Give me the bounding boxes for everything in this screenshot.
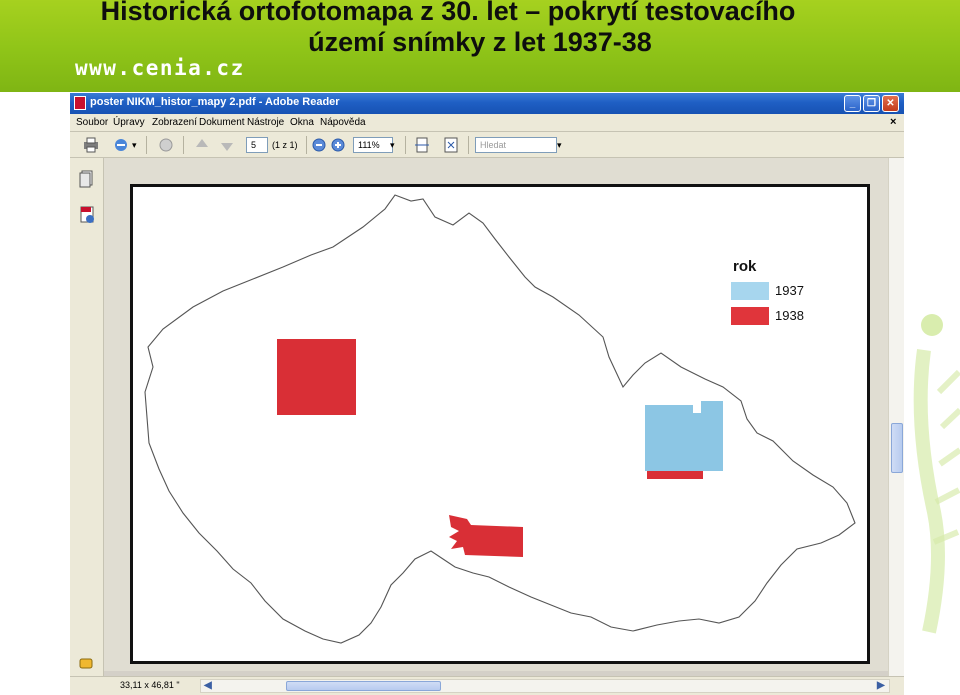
region-1937-east <box>645 401 723 471</box>
separator <box>468 136 469 154</box>
slide-header: Historická ortofotomapa z 30. let – pokr… <box>0 0 960 92</box>
fit-width-icon[interactable] <box>413 136 431 154</box>
menu-napoveda[interactable]: Nápověda <box>320 117 366 128</box>
page-number-input[interactable]: 5 <box>246 137 268 153</box>
document-area <box>104 158 904 671</box>
screen: { "slide": { "title_line1": "Historická … <box>0 0 960 695</box>
decorative-strip <box>904 92 960 695</box>
print-icon[interactable] <box>82 136 100 154</box>
legend-swatch-1938 <box>731 307 769 325</box>
horizontal-scroll-thumb[interactable] <box>286 681 441 691</box>
document-close-icon[interactable]: × <box>890 116 896 128</box>
slide-title-line-1: Historická ortofotomapa z 30. let – pokr… <box>100 0 796 26</box>
window-title: poster NIKM_histor_mapy 2.pdf - Adobe Re… <box>90 96 340 108</box>
separator <box>146 136 147 154</box>
document-properties-icon[interactable] <box>79 206 95 224</box>
menu-dokument[interactable]: Dokument <box>199 117 245 128</box>
close-button[interactable]: ✕ <box>882 95 899 112</box>
pdf-page <box>130 184 870 664</box>
share-dropdown-icon[interactable]: ▾ <box>132 140 137 151</box>
website-logo: www.cenia.cz <box>75 56 245 80</box>
comments-icon[interactable] <box>79 656 95 674</box>
zoom-out-icon[interactable] <box>310 136 328 154</box>
separator <box>405 136 406 154</box>
minimize-button[interactable]: _ <box>844 95 861 112</box>
menu-okna[interactable]: Okna <box>290 117 314 128</box>
vertical-scroll-thumb[interactable] <box>891 423 903 473</box>
pdf-app-icon <box>74 96 86 110</box>
separator <box>306 136 307 154</box>
menubar: Soubor Úpravy Zobrazení Dokument Nástroj… <box>70 114 904 132</box>
window-titlebar[interactable]: poster NIKM_histor_mapy 2.pdf - Adobe Re… <box>70 93 904 114</box>
vertical-scrollbar[interactable] <box>888 158 904 678</box>
navigation-panel <box>70 158 104 695</box>
search-dropdown-icon[interactable]: ▾ <box>557 140 562 151</box>
maximize-button[interactable]: ❐ <box>863 95 880 112</box>
legend-label-1937: 1937 <box>775 283 804 298</box>
toolbar: ▾ 5 (1 z 1) 111% ▾ Hledat ▾ <box>70 132 904 158</box>
adobe-reader-window: poster NIKM_histor_mapy 2.pdf - Adobe Re… <box>70 93 904 695</box>
menu-nastroje[interactable]: Nástroje <box>247 117 284 128</box>
menu-soubor[interactable]: Soubor <box>76 117 108 128</box>
status-bar: 33,11 x 46,81 " ◀ ▶ <box>70 676 904 695</box>
separator <box>183 136 184 154</box>
zoom-in-icon[interactable] <box>329 136 347 154</box>
zoom-select[interactable]: 111% <box>353 137 393 153</box>
legend-swatch-1937 <box>731 282 769 300</box>
czech-republic-map <box>144 194 856 644</box>
pages-icon[interactable] <box>79 170 95 188</box>
region-1938-south <box>449 515 523 557</box>
page-count: (1 z 1) <box>272 140 298 150</box>
horizontal-scrollbar[interactable]: ◀ ▶ <box>200 679 890 693</box>
decorative-figure-icon <box>913 314 960 634</box>
coordinates-readout: 33,11 x 46,81 " <box>120 680 180 690</box>
zoom-dropdown-icon[interactable]: ▾ <box>390 140 395 151</box>
fit-page-icon[interactable] <box>442 136 460 154</box>
hand-tool-icon[interactable] <box>157 136 175 154</box>
next-page-icon[interactable] <box>218 136 236 154</box>
legend-label-1938: 1938 <box>775 308 804 323</box>
share-icon[interactable] <box>112 136 130 154</box>
menu-zobrazeni[interactable]: Zobrazení <box>152 117 197 128</box>
region-1938-west <box>277 339 356 415</box>
slide-title-line-2: území snímky z let 1937-38 <box>308 27 652 57</box>
scroll-left-icon[interactable]: ◀ <box>204 680 212 691</box>
menu-upravy[interactable]: Úpravy <box>113 117 145 128</box>
scroll-right-icon[interactable]: ▶ <box>877 680 885 691</box>
legend-title: rok <box>733 258 757 275</box>
search-input[interactable]: Hledat <box>475 137 557 153</box>
previous-page-icon[interactable] <box>193 136 211 154</box>
